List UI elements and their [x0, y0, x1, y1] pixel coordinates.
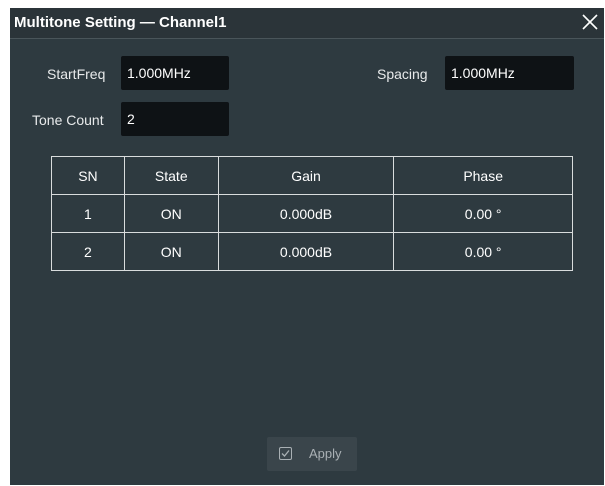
multitone-dialog: Multitone Setting — Channel1 StartFreq 1… — [10, 8, 604, 485]
dialog-title: Multitone Setting — Channel1 — [14, 14, 227, 31]
phase-cell[interactable]: 0.00 ° — [393, 194, 573, 233]
title-bar: Multitone Setting — Channel1 — [10, 8, 604, 39]
column-header-gain: Gain — [217, 156, 395, 195]
phase-cell[interactable]: 0.00 ° — [393, 232, 573, 271]
close-icon[interactable] — [580, 12, 600, 32]
table-row[interactable]: 2 ON 0.000dB 0.00 ° — [51, 232, 573, 271]
column-header-sn: SN — [51, 156, 125, 195]
gain-cell[interactable]: 0.000dB — [217, 232, 395, 271]
checkbox-icon — [279, 447, 292, 460]
start-freq-label: StartFreq — [47, 66, 106, 82]
table-header-row: SN State Gain Phase — [51, 156, 573, 195]
tone-table: SN State Gain Phase 1 ON 0.000dB 0.00 ° … — [51, 156, 573, 271]
apply-label: Apply — [309, 446, 342, 461]
sn-cell: 2 — [51, 232, 125, 271]
sn-cell: 1 — [51, 194, 125, 233]
state-cell[interactable]: ON — [123, 194, 219, 233]
start-freq-input[interactable]: 1.000MHz — [121, 56, 229, 90]
apply-button[interactable]: Apply — [267, 437, 357, 471]
column-header-state: State — [123, 156, 219, 195]
tone-count-input[interactable]: 2 — [121, 102, 229, 136]
column-header-phase: Phase — [393, 156, 573, 195]
table-row[interactable]: 1 ON 0.000dB 0.00 ° — [51, 194, 573, 233]
state-cell[interactable]: ON — [123, 232, 219, 271]
gain-cell[interactable]: 0.000dB — [217, 194, 395, 233]
tone-count-label: Tone Count — [32, 112, 104, 128]
spacing-label: Spacing — [377, 66, 428, 82]
spacing-input[interactable]: 1.000MHz — [445, 56, 574, 90]
